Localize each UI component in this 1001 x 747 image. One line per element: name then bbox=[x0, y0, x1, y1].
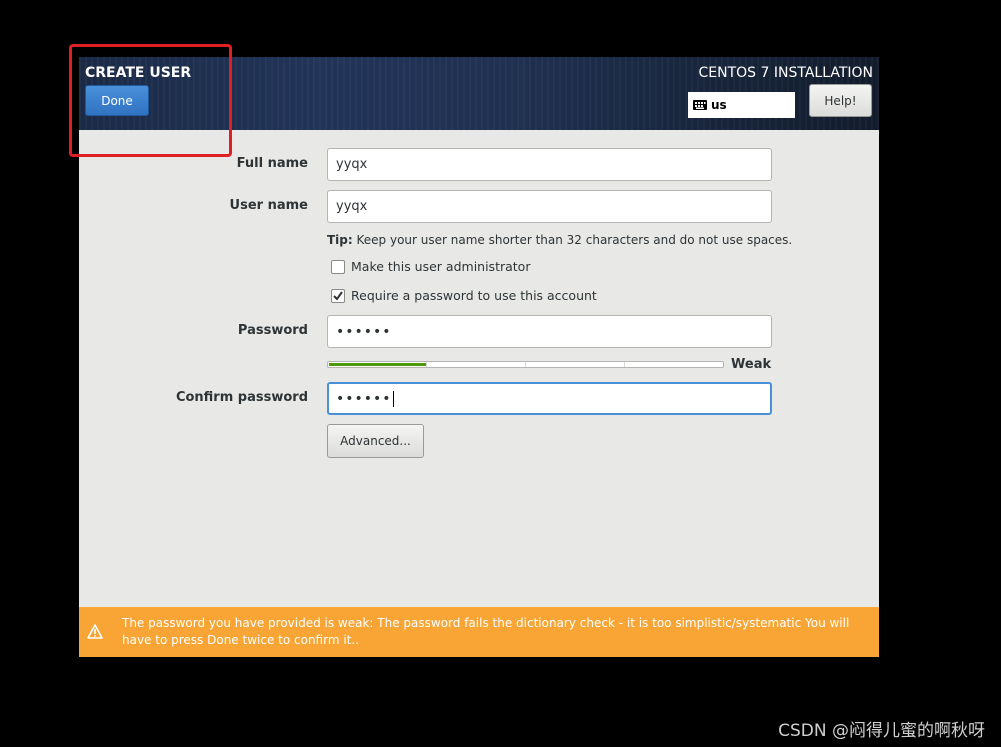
tip-text: Keep your user name shorter than 32 char… bbox=[352, 233, 793, 247]
password-strength-meter bbox=[327, 361, 724, 368]
admin-checkbox-label: Make this user administrator bbox=[351, 259, 531, 274]
full-name-label: Full name bbox=[236, 156, 308, 171]
help-button[interactable]: Help! bbox=[809, 84, 872, 117]
product-title: CENTOS 7 INSTALLATION bbox=[698, 65, 873, 81]
user-name-input[interactable]: yyqx bbox=[327, 190, 772, 223]
full-name-value: yyqx bbox=[336, 157, 368, 172]
require-password-checkbox[interactable] bbox=[331, 288, 345, 303]
warning-message: The password you have provided is weak: … bbox=[122, 616, 850, 647]
password-value: •••••• bbox=[336, 323, 392, 340]
admin-checkbox[interactable] bbox=[331, 259, 345, 274]
keyboard-layout-indicator[interactable]: us bbox=[688, 92, 795, 118]
user-name-label: User name bbox=[229, 198, 308, 213]
strength-divider bbox=[624, 362, 625, 367]
tip-prefix: Tip: bbox=[327, 233, 353, 247]
strength-divider bbox=[525, 362, 526, 367]
admin-checkbox-row[interactable]: Make this user administrator bbox=[331, 259, 530, 274]
keyboard-layout-label: us bbox=[711, 98, 727, 112]
require-password-checkbox-row[interactable]: Require a password to use this account bbox=[331, 288, 597, 303]
confirm-password-input[interactable]: •••••• bbox=[327, 382, 772, 415]
user-name-value: yyqx bbox=[336, 199, 368, 214]
warning-icon bbox=[87, 624, 103, 639]
checkmark-icon bbox=[333, 290, 343, 301]
keyboard-icon bbox=[693, 100, 707, 110]
text-caret bbox=[392, 390, 394, 407]
watermark: CSDN @闷得儿蜜的啊秋呀 bbox=[778, 721, 985, 741]
advanced-button[interactable]: Advanced... bbox=[327, 424, 424, 458]
full-name-input[interactable]: yyqx bbox=[327, 148, 772, 181]
strength-meter-fill bbox=[329, 363, 427, 366]
username-tip: Tip: Keep your user name shorter than 32… bbox=[327, 233, 792, 247]
strength-divider bbox=[426, 362, 427, 367]
confirm-password-value: •••••• bbox=[336, 390, 392, 407]
warning-infobar[interactable]: The password you have provided is weak: … bbox=[79, 607, 879, 657]
password-strength-label: Weak bbox=[731, 357, 772, 372]
require-password-label: Require a password to use this account bbox=[351, 288, 597, 303]
password-input[interactable]: •••••• bbox=[327, 315, 772, 348]
password-label: Password bbox=[237, 323, 308, 338]
highlight-annotation-box bbox=[69, 44, 232, 157]
confirm-password-label: Confirm password bbox=[175, 390, 308, 405]
